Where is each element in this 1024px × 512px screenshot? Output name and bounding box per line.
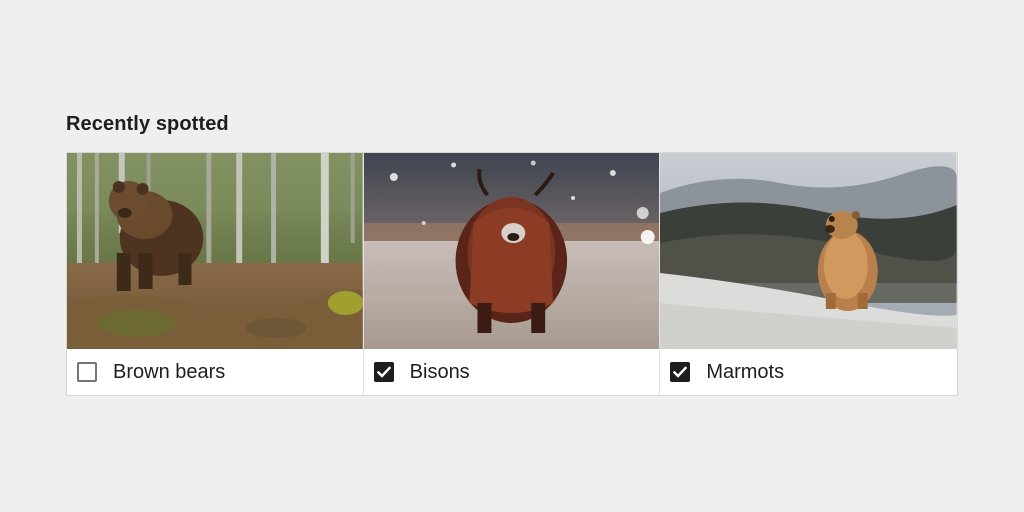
- gallery-card-bisons[interactable]: Bisons: [363, 153, 661, 395]
- gallery-card-caption: Bisons: [363, 349, 660, 395]
- brown-bears-checkbox[interactable]: [77, 362, 97, 382]
- marmots-checkbox[interactable]: [670, 362, 691, 382]
- section-title: Recently spotted: [66, 113, 229, 135]
- checkmark-icon: [376, 366, 391, 378]
- marmot-photo: [660, 153, 957, 349]
- bison-photo: [363, 153, 660, 349]
- brown-bears-label: Brown bears: [113, 361, 226, 383]
- animal-gallery: Brown bears Bisons Marmots: [66, 152, 958, 396]
- checkmark-icon: [673, 366, 688, 378]
- gallery-card-caption: Marmots: [660, 349, 957, 395]
- gallery-card-marmots[interactable]: Marmots: [660, 153, 957, 395]
- bisons-label: Bisons: [409, 361, 470, 383]
- gallery-card-caption: Brown bears: [67, 349, 363, 395]
- bisons-checkbox[interactable]: [373, 362, 394, 382]
- gallery-card-brown-bears[interactable]: Brown bears: [67, 153, 364, 395]
- marmots-label: Marmots: [706, 361, 785, 383]
- brown-bear-photo: [67, 153, 363, 349]
